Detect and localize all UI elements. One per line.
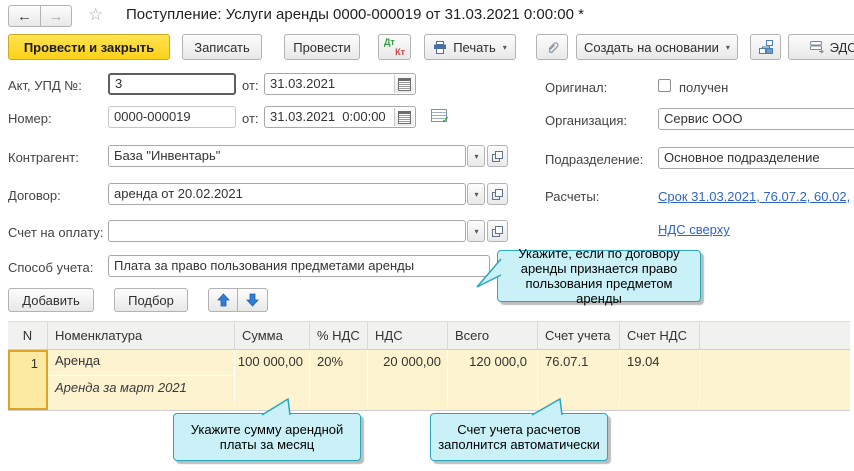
items-table: N Номенклатура Сумма % НДС НДС Всего Сче… <box>8 321 850 411</box>
column-header-vat-percent: % НДС <box>310 322 368 349</box>
organization-label: Организация: <box>545 113 627 128</box>
column-header-vat: НДС <box>368 322 448 349</box>
chevron-down-icon: ▾ <box>474 190 478 199</box>
callout-tail <box>258 397 298 417</box>
callout-tail <box>473 256 503 292</box>
cell-vat-percent[interactable]: 20% <box>310 350 368 406</box>
back-button[interactable]: ← <box>8 5 41 27</box>
invoice-input[interactable] <box>108 220 466 242</box>
edo-documents-icon <box>809 40 824 54</box>
department-label: Подразделение: <box>545 152 643 167</box>
attachments-button[interactable] <box>536 34 568 60</box>
calendar-icon <box>398 78 411 91</box>
contract-label: Договор: <box>8 188 61 203</box>
counterparty-open-button[interactable] <box>487 145 508 167</box>
nomenclature-value: Аренда <box>48 350 234 376</box>
number-label: Номер: <box>8 111 52 126</box>
write-button[interactable]: Записать <box>182 34 262 60</box>
dtkt-icon: Дт Кт <box>379 35 410 59</box>
department-input[interactable]: Основное подразделение <box>658 147 854 169</box>
chevron-down-icon: ▾ <box>474 152 478 161</box>
chevron-down-icon: ▾ <box>503 43 507 52</box>
organization-input[interactable]: Сервис ООО <box>658 108 854 130</box>
edo-button[interactable]: ЭДО <box>788 34 854 60</box>
post-and-close-button[interactable]: Провести и закрыть <box>8 34 170 60</box>
chevron-down-icon: ▾ <box>726 43 730 52</box>
open-form-icon <box>492 151 503 162</box>
dtkt-button[interactable]: Дт Кт <box>378 34 411 60</box>
column-header-account: Счет учета <box>538 322 620 349</box>
cell-filler[interactable] <box>700 350 850 406</box>
number-input[interactable]: 0000-000019 <box>108 106 236 128</box>
original-checkbox-label: получен <box>679 80 728 95</box>
calculations-link[interactable]: Срок 31.03.2021, 76.07.2, 60.02, <box>658 189 854 204</box>
act-date-input[interactable]: 31.03.2021 <box>264 73 416 95</box>
move-down-button[interactable] <box>238 288 268 312</box>
invoice-label: Счет на оплату: <box>8 225 103 240</box>
column-header-filler <box>700 322 850 349</box>
accounting-method-input[interactable]: Плата за право пользования предметами ар… <box>108 255 490 277</box>
table-row[interactable]: 1 Аренда Аренда за март 2021 100 000,00 … <box>8 350 850 411</box>
act-number-label: Акт, УПД №: <box>8 78 82 93</box>
printer-icon <box>433 41 447 54</box>
pick-button[interactable]: Подбор <box>114 288 188 312</box>
act-number-input[interactable]: 3 <box>108 73 236 95</box>
set-time-icon[interactable]: ✓ <box>431 109 447 122</box>
forward-icon: → <box>49 8 64 25</box>
window: ← → ☆ Поступление: Услуги аренды 0000-00… <box>0 0 854 471</box>
counterparty-label: Контрагент: <box>8 150 79 165</box>
calendar-icon <box>398 111 411 124</box>
contract-dropdown-button[interactable]: ▾ <box>467 183 485 205</box>
favorite-star-icon[interactable]: ☆ <box>88 5 103 25</box>
cell-vat[interactable]: 20 000,00 <box>368 350 448 406</box>
move-up-button[interactable] <box>208 288 238 312</box>
callout-tail <box>528 397 570 417</box>
add-row-button[interactable]: Добавить <box>8 288 94 312</box>
calendar-button[interactable] <box>394 75 414 93</box>
contract-open-button[interactable] <box>487 183 508 205</box>
vat-mode-link[interactable]: НДС сверху <box>658 222 730 237</box>
original-received-checkbox[interactable] <box>658 79 671 92</box>
invoice-open-button[interactable] <box>487 220 508 242</box>
document-structure-button[interactable] <box>750 34 781 60</box>
contract-input[interactable]: аренда от 20.02.2021 <box>108 183 466 205</box>
column-header-nomenclature: Номенклатура <box>48 322 235 349</box>
print-button[interactable]: Печать ▾ <box>424 34 516 60</box>
table-header-row: N Номенклатура Сумма % НДС НДС Всего Сче… <box>8 321 850 350</box>
arrow-down-icon <box>246 293 259 307</box>
cell-nomenclature[interactable]: Аренда Аренда за март 2021 <box>48 350 235 402</box>
chevron-down-icon: ▾ <box>474 227 478 236</box>
content-value: Аренда за март 2021 <box>48 376 234 401</box>
accounting-method-label: Способ учета: <box>8 260 93 275</box>
callout-account-hint: Счет учета расчетов заполнится автоматич… <box>430 413 608 461</box>
original-label: Оригинал: <box>545 80 607 95</box>
open-form-icon <box>492 189 503 200</box>
column-header-total: Всего <box>448 322 538 349</box>
column-header-sum: Сумма <box>235 322 310 349</box>
open-form-icon <box>492 226 503 237</box>
invoice-dropdown-button[interactable]: ▾ <box>467 220 485 242</box>
arrow-up-icon <box>217 293 230 307</box>
create-on-basis-button[interactable]: Создать на основании ▾ <box>576 34 738 60</box>
post-button[interactable]: Провести <box>284 34 360 60</box>
cell-row-number[interactable]: 1 <box>8 350 48 410</box>
callout-sum-hint: Укажите сумму арендной платы за месяц <box>173 413 361 461</box>
doc-date-from-label: от: <box>242 111 259 126</box>
structure-icon <box>758 39 774 55</box>
cell-total[interactable]: 120 000,0 <box>448 350 538 406</box>
paperclip-icon <box>545 40 560 55</box>
callout-accounting-method: Укажите, если по договору аренды признае… <box>497 250 701 302</box>
calendar-button[interactable] <box>394 108 414 126</box>
forward-button[interactable]: → <box>41 5 72 27</box>
act-date-from-label: от: <box>242 78 259 93</box>
counterparty-dropdown-button[interactable]: ▾ <box>467 145 485 167</box>
cell-vat-account[interactable]: 19.04 <box>620 350 700 406</box>
calculations-label: Расчеты: <box>545 189 599 204</box>
counterparty-input[interactable]: База "Инвентарь" <box>108 145 466 167</box>
doc-date-input[interactable]: 31.03.2021 0:00:00 <box>264 106 416 128</box>
page-title: Поступление: Услуги аренды 0000-000019 о… <box>126 6 584 23</box>
column-header-vat-account: Счет НДС <box>620 322 700 349</box>
back-icon: ← <box>17 8 32 25</box>
column-header-n: N <box>8 322 48 349</box>
